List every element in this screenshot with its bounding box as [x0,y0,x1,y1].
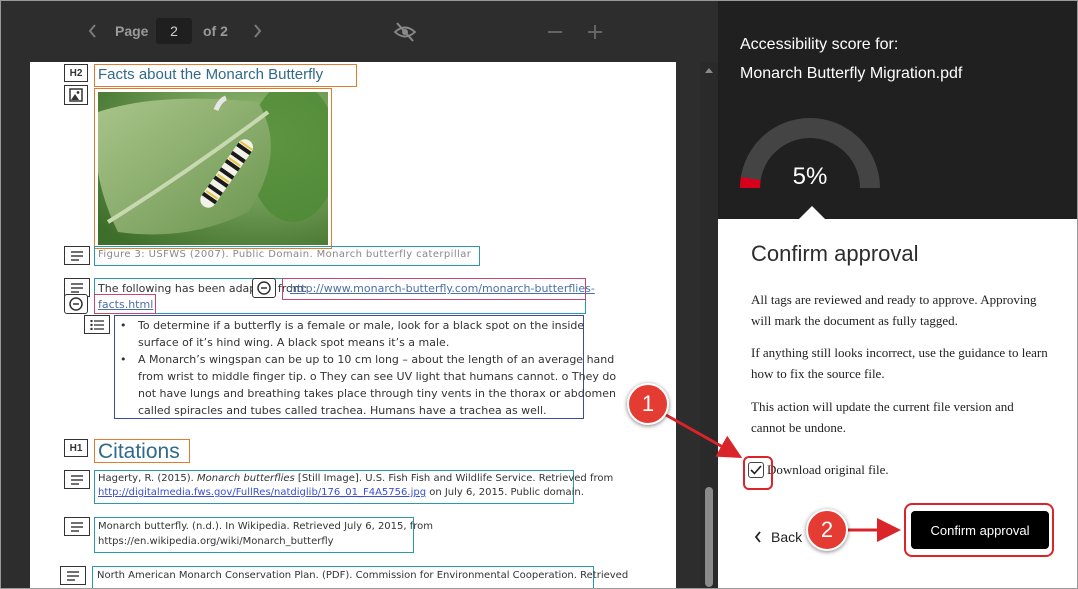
step-2-badge: 2 [806,509,848,551]
callout-arrows [665,413,901,542]
step-1-badge: 1 [627,383,669,425]
